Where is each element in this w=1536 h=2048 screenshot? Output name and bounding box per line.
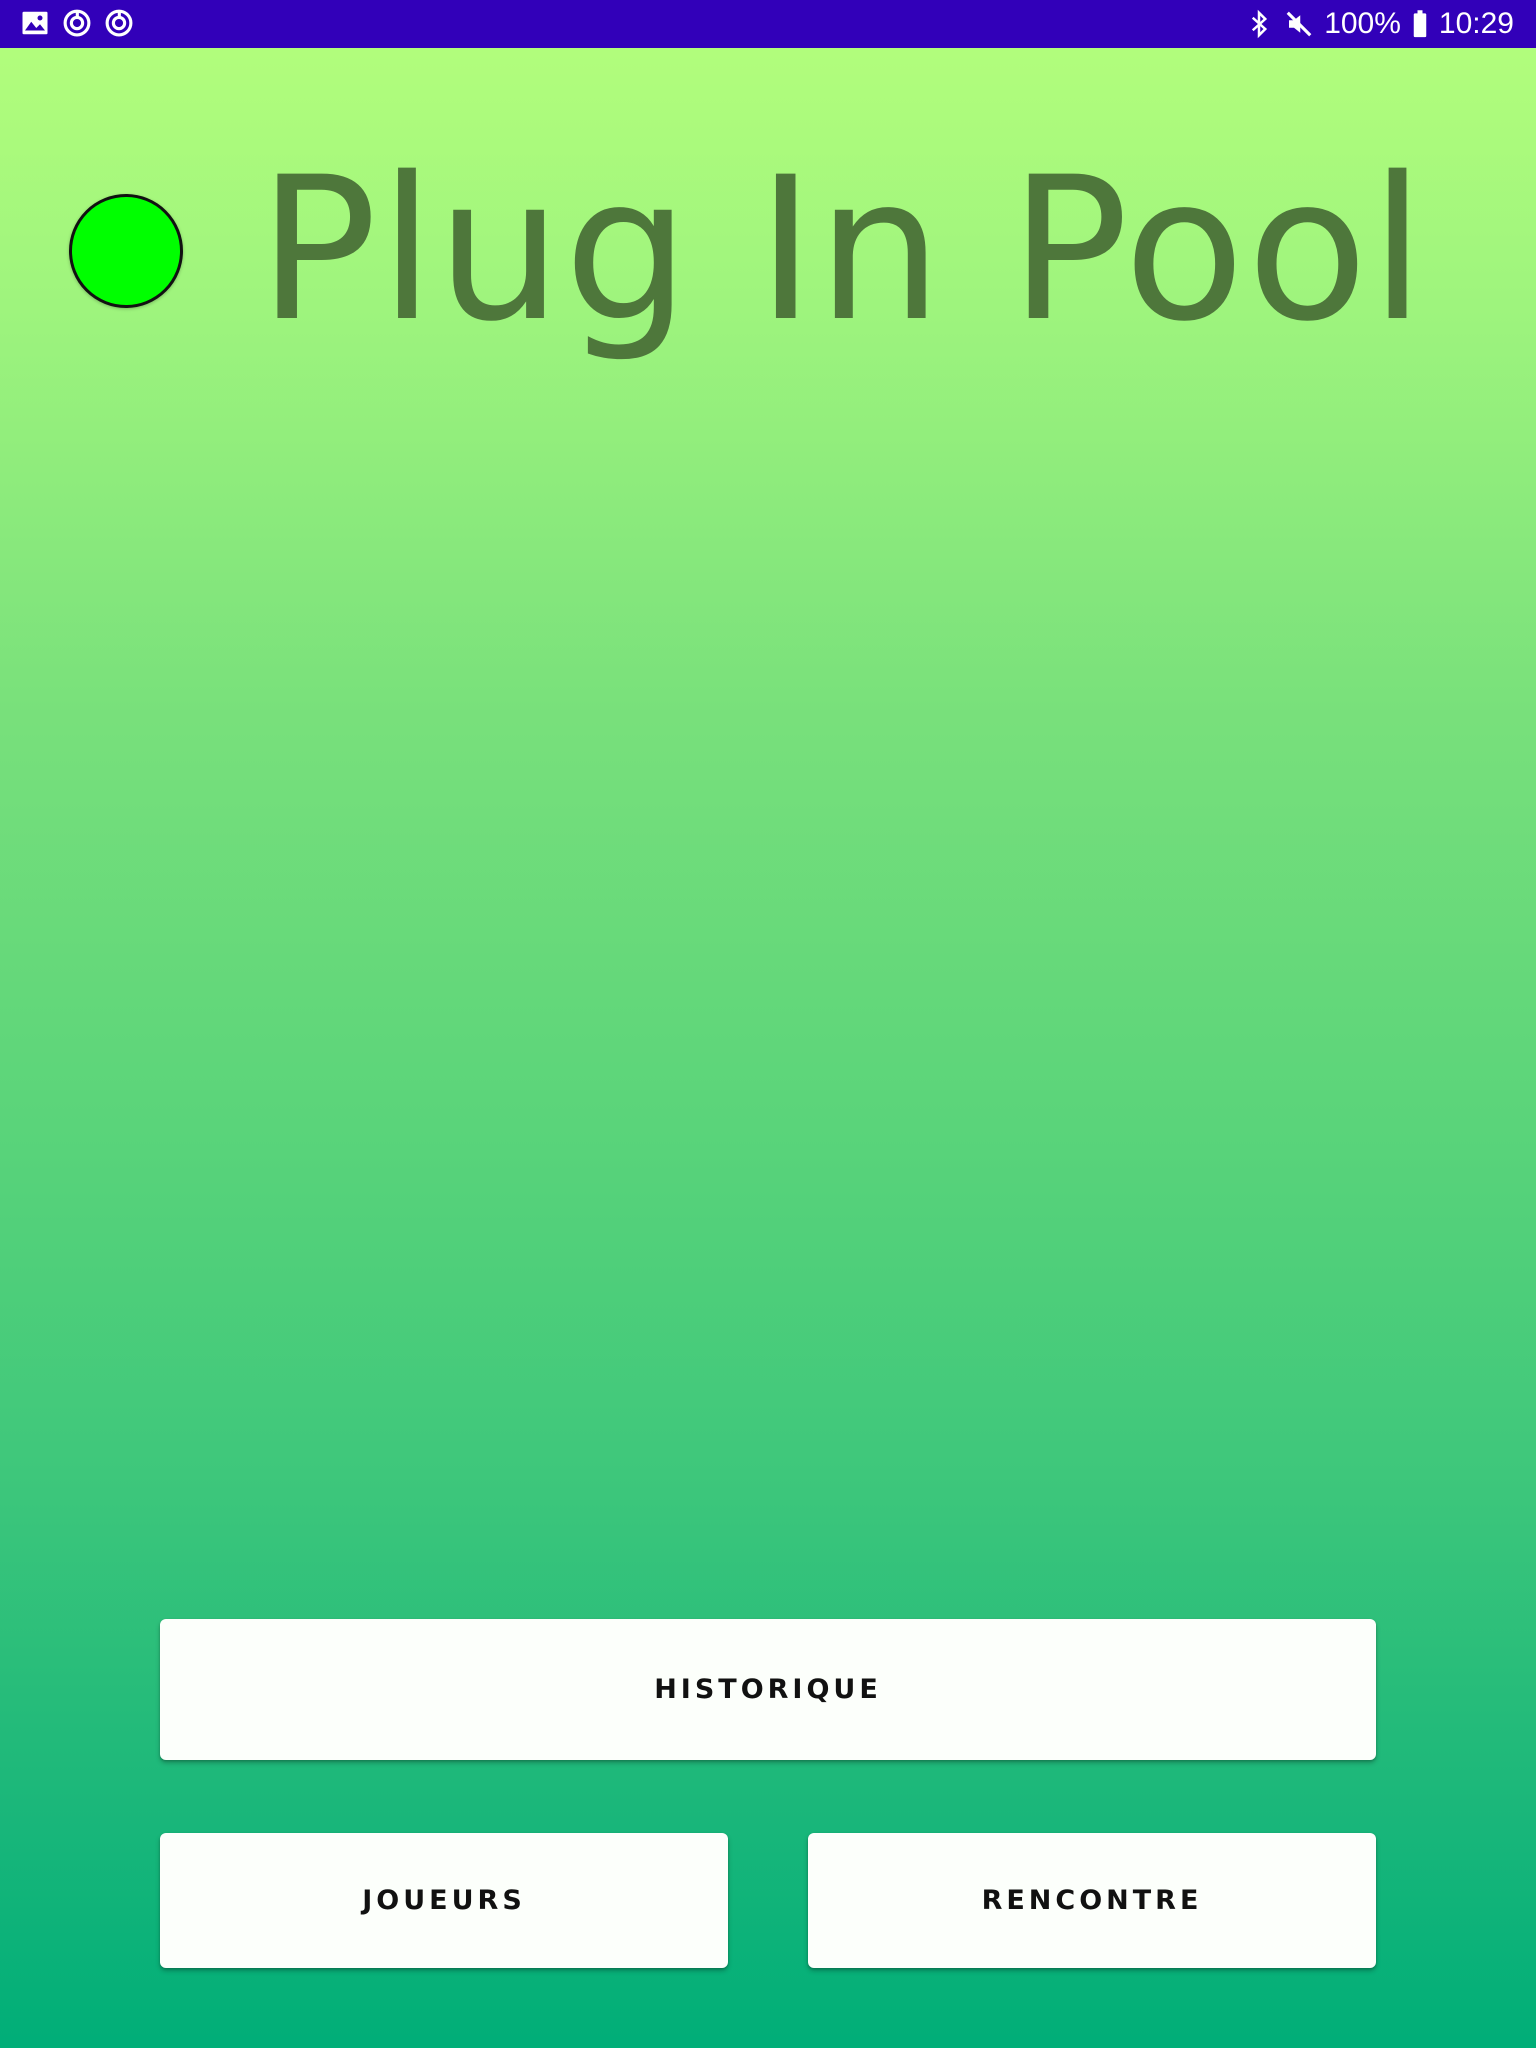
image-icon [20,8,50,38]
historique-button[interactable]: HISTORIQUE [160,1619,1376,1760]
connection-status-dot [69,194,183,308]
status-left-icons [20,8,134,38]
battery-percent: 100% [1324,7,1401,40]
battery-icon [1411,9,1429,39]
mute-icon [1284,9,1314,39]
status-bar: 100% 10:29 [0,0,1536,48]
sync-icon [104,8,134,38]
status-right-icons: 100% 10:29 [1244,0,1514,48]
rencontre-button[interactable]: RENCONTRE [808,1833,1376,1968]
app-screen: 100% 10:29 Plug In Pool HISTORIQUE JOUEU… [0,0,1536,2048]
joueurs-button[interactable]: JOUEURS [160,1833,728,1968]
sync-icon [62,8,92,38]
clock: 10:29 [1438,7,1514,40]
bluetooth-icon [1244,9,1274,39]
app-title: Plug In Pool [258,134,1427,365]
